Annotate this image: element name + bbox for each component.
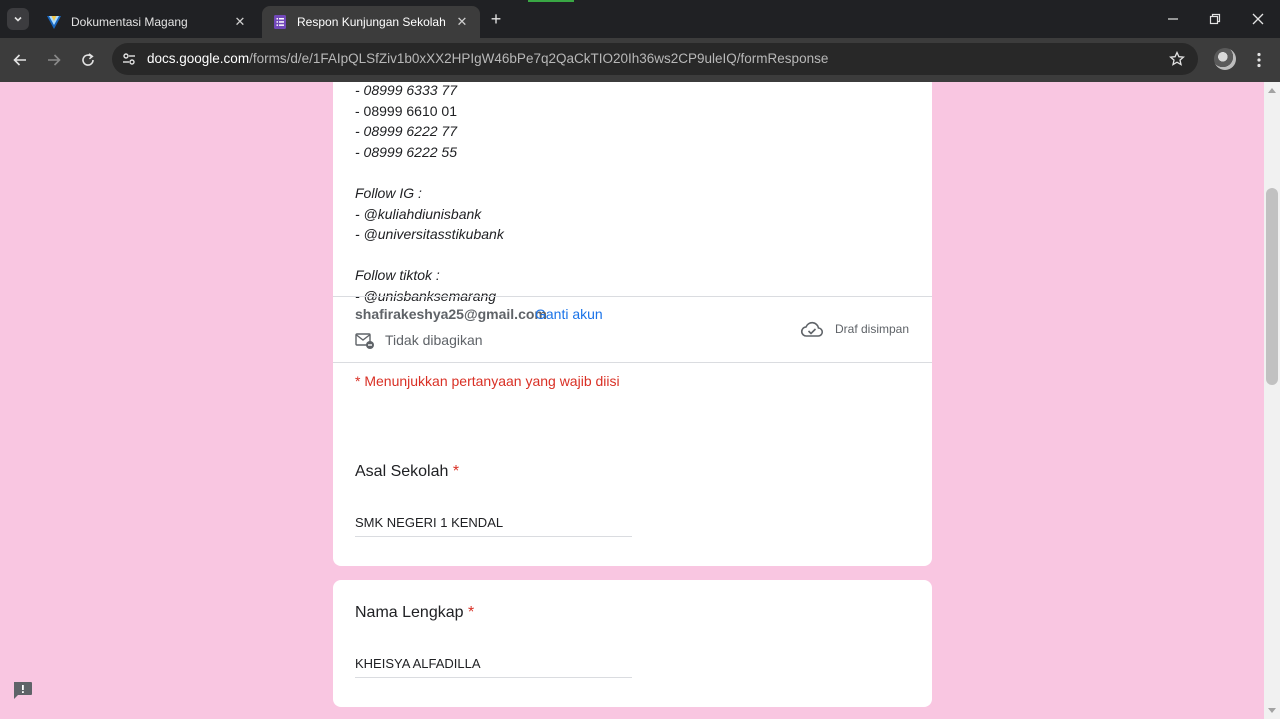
- close-tab-icon[interactable]: ✕: [454, 14, 470, 30]
- new-tab-button[interactable]: +: [486, 9, 506, 29]
- description-line: Follow tiktok :: [355, 267, 440, 284]
- reload-button[interactable]: [77, 49, 99, 71]
- mail-not-shared-icon: [355, 333, 374, 349]
- restore-button[interactable]: [1203, 8, 1227, 30]
- reload-icon: [82, 53, 94, 66]
- tab-dokumentasi-magang[interactable]: Dokumentasi Magang ✕: [36, 6, 258, 38]
- tab-respon-kunjungan-sekolah[interactable]: Respon Kunjungan Sekolah ✕: [262, 6, 480, 38]
- nama-lengkap-input[interactable]: KHEISYA ALFADILLA: [355, 656, 632, 678]
- question-label: Nama Lengkap: [355, 604, 464, 621]
- tab-search-button[interactable]: [7, 8, 29, 30]
- bookmark-button[interactable]: [1166, 48, 1188, 70]
- description-line: [355, 245, 504, 266]
- google-forms-icon: [274, 15, 286, 29]
- arrow-right-icon: [48, 54, 61, 66]
- star-outline-icon: [1169, 51, 1185, 66]
- vuetify-logo-icon: [47, 16, 61, 29]
- restore-icon: [1209, 13, 1221, 25]
- forward-button[interactable]: [43, 49, 65, 71]
- cloud-done-icon: [800, 321, 824, 337]
- description-line: Follow IG :: [355, 184, 422, 201]
- profile-avatar[interactable]: [1214, 48, 1236, 70]
- description-line: - 08999 6222 77: [355, 123, 457, 140]
- site-info-button[interactable]: [118, 48, 140, 70]
- description-line: - 08999 6333 77: [355, 82, 457, 98]
- browser-menu-button[interactable]: [1250, 49, 1268, 71]
- triangle-down-icon: [1268, 708, 1276, 713]
- browser-tab-strip: Dokumentasi Magang ✕ Respon Kunjungan Se…: [0, 0, 1280, 38]
- question-title: Asal Sekolah *: [355, 463, 459, 481]
- minimize-button[interactable]: [1161, 8, 1185, 30]
- scrollbar-thumb[interactable]: [1266, 188, 1278, 385]
- back-button[interactable]: [9, 49, 31, 71]
- draft-saved-status: Draf disimpan: [835, 322, 910, 336]
- address-bar[interactable]: docs.google.com/forms/d/e/1FAIpQLSfZiv1b…: [112, 43, 1198, 75]
- kebab-menu-icon: [1257, 52, 1261, 68]
- asal-sekolah-input[interactable]: SMK NEGERI 1 KENDAL: [355, 515, 632, 537]
- arrow-left-icon: [13, 54, 26, 66]
- divider: [333, 296, 932, 297]
- required-asterisk: *: [467, 604, 475, 621]
- tune-icon: [123, 53, 135, 65]
- close-tab-icon[interactable]: ✕: [232, 14, 248, 30]
- required-asterisk: *: [452, 463, 460, 480]
- triangle-up-icon: [1268, 88, 1276, 93]
- divider: [333, 362, 932, 363]
- description-line: - 08999 6610 01: [355, 102, 457, 119]
- close-icon: [1252, 13, 1264, 25]
- question-title: Nama Lengkap *: [355, 604, 474, 622]
- form-page: - 08999 6333 77 - 08999 6610 01 - 08999 …: [0, 82, 1264, 719]
- browser-toolbar: docs.google.com/forms/d/e/1FAIpQLSfZiv1b…: [0, 38, 1280, 82]
- scroll-down-button[interactable]: [1264, 703, 1280, 719]
- url-host: docs.google.com: [147, 51, 250, 66]
- required-questions-note: * Menunjukkan pertanyaan yang wajib diis…: [355, 373, 620, 389]
- close-window-button[interactable]: [1246, 8, 1270, 30]
- tab-group-indicator: [528, 0, 574, 2]
- question-card-nama-lengkap: Nama Lengkap * KHEISYA ALFADILLA: [333, 580, 932, 707]
- minimize-icon: [1168, 18, 1178, 20]
- question-card-asal-sekolah: Asal Sekolah * SMK NEGERI 1 KENDAL: [333, 439, 932, 566]
- page-scrollbar[interactable]: [1264, 82, 1280, 719]
- not-shared-label: Tidak dibagikan: [385, 332, 483, 348]
- switch-account-link[interactable]: Ganti akun: [535, 306, 603, 322]
- description-line: - @universitasstikubank: [355, 226, 504, 243]
- tab-title: Dokumentasi Magang: [71, 15, 188, 29]
- question-label: Asal Sekolah: [355, 463, 449, 480]
- description-line: [355, 162, 504, 183]
- url-text[interactable]: docs.google.com/forms/d/e/1FAIpQLSfZiv1b…: [147, 51, 828, 66]
- tab-title: Respon Kunjungan Sekolah: [297, 15, 446, 29]
- chevron-down-icon: [14, 16, 22, 22]
- description-line: - @kuliahdiunisbank: [355, 205, 482, 222]
- scroll-up-button[interactable]: [1264, 82, 1280, 98]
- description-line: - 08999 6222 55: [355, 143, 457, 160]
- form-description: - 08999 6333 77 - 08999 6610 01 - 08999 …: [355, 82, 504, 307]
- url-path: /forms/d/e/1FAIpQLSfZiv1b0xXX2HPIgW46bPe…: [249, 51, 829, 66]
- account-email: shafirakeshya25@gmail.com: [355, 306, 547, 322]
- report-feedback-icon[interactable]: [12, 681, 33, 700]
